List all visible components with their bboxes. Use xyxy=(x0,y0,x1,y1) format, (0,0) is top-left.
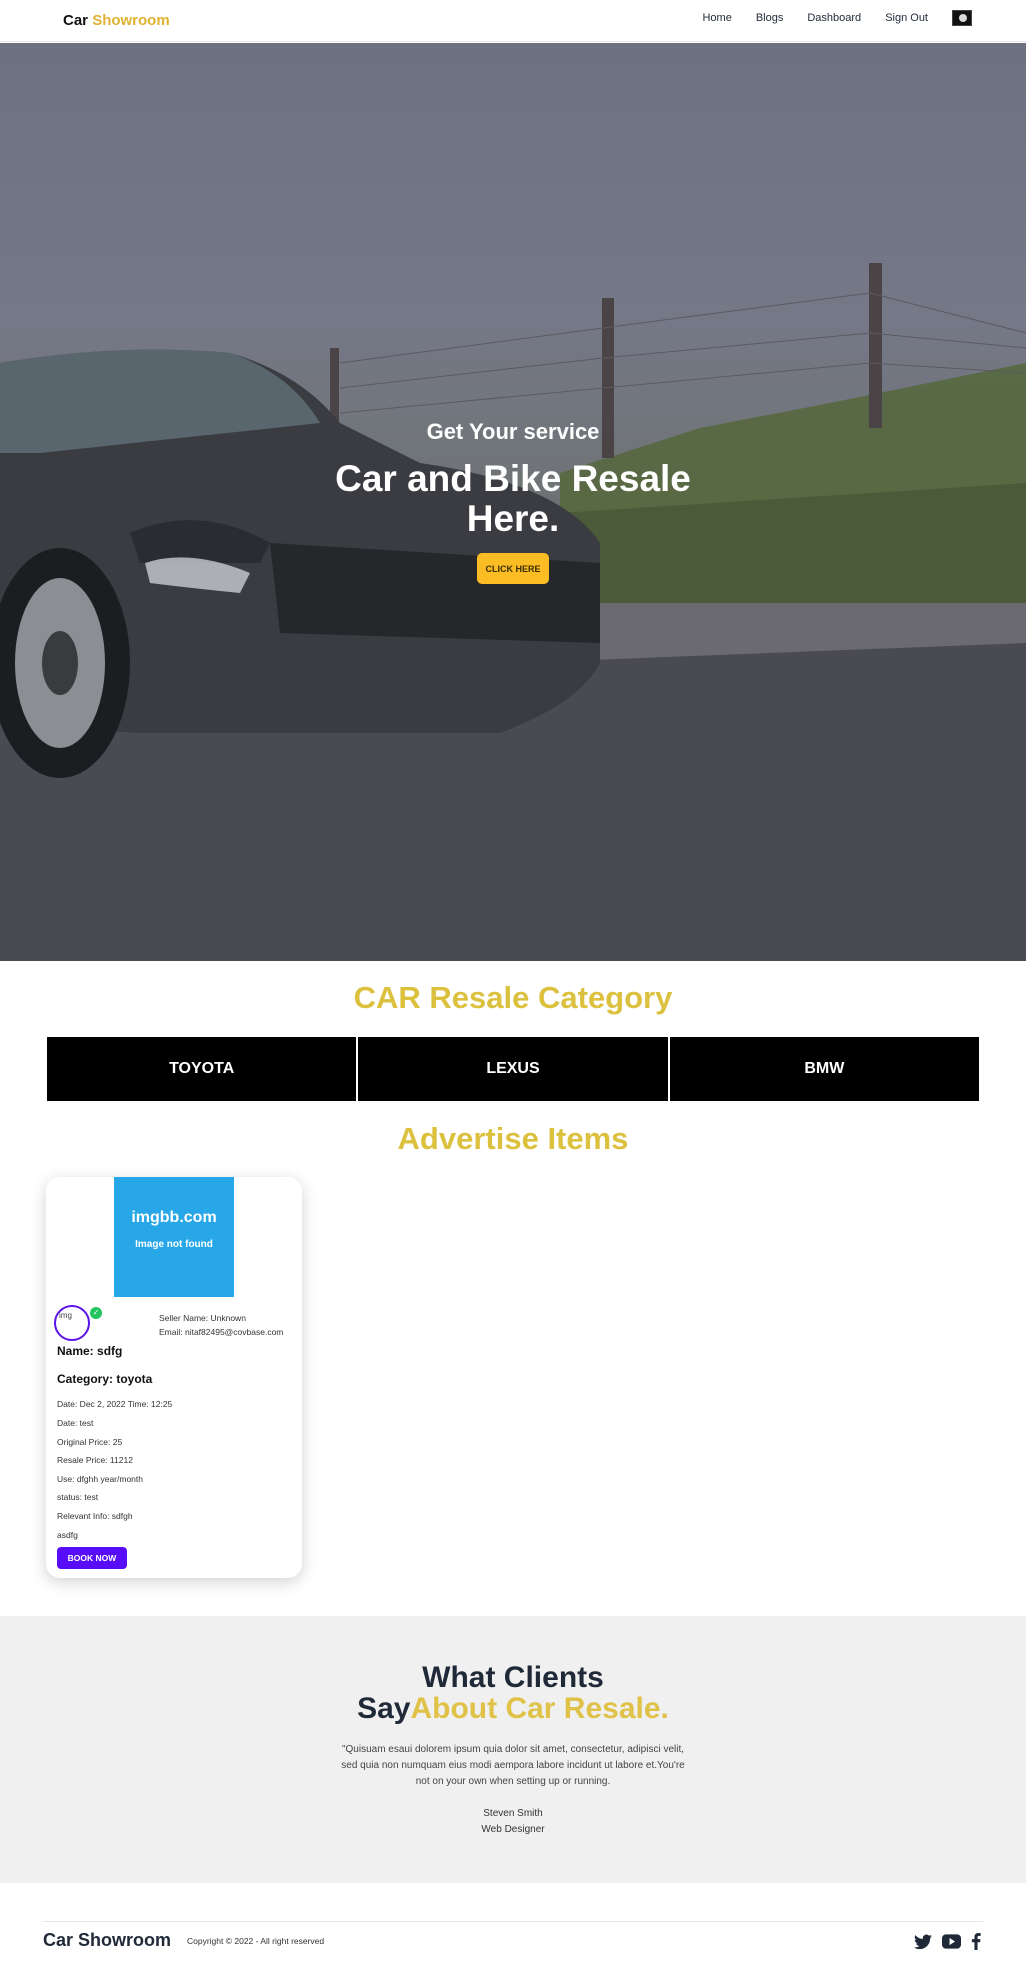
twitter-icon[interactable] xyxy=(914,1934,932,1950)
brand-logo[interactable]: Car Showroom xyxy=(63,12,170,29)
hero-cta-button[interactable]: CLICK HERE xyxy=(477,553,549,584)
category-toyota[interactable]: TOYOTA xyxy=(47,1037,357,1101)
testimonial-heading-say: Say xyxy=(357,1692,411,1725)
nav-dashboard-link[interactable]: Dashboard xyxy=(807,12,861,24)
advertise-section-title: Advertise Items xyxy=(397,1121,629,1156)
seller-avatar: img xyxy=(54,1305,90,1341)
seller-info: Seller Name: Unknown Email: nitaf82495@c… xyxy=(159,1311,283,1339)
nav-blogs-link[interactable]: Blogs xyxy=(756,12,784,24)
seller-email: Email: nitaf82495@covbase.com xyxy=(159,1327,284,1337)
image-not-found-text: Image not found xyxy=(135,1239,213,1250)
category-bmw[interactable]: BMW xyxy=(669,1037,979,1101)
post-date-time: Date: Dec 2, 2022 Time: 12:25 xyxy=(57,1399,173,1409)
post-date: Date: test xyxy=(57,1418,94,1428)
testimonial-heading-line2: SayAbout Car Resale. xyxy=(0,1692,1026,1726)
testimonial-author: Steven Smith Web Designer xyxy=(0,1806,1026,1838)
testimonial-heading-line1: What Clients xyxy=(422,1661,604,1694)
testimonial-section: What Clients SayAbout Car Resale. "Quisu… xyxy=(0,1616,1026,1883)
advertise-card: imgbb.com Image not found img ✓ Seller N… xyxy=(46,1177,302,1578)
brand-second: Showroom xyxy=(92,12,170,29)
verified-check-icon: ✓ xyxy=(90,1307,102,1319)
user-avatar[interactable] xyxy=(952,10,972,26)
original-price: Original Price: 25 xyxy=(57,1437,123,1447)
author-name: Steven Smith xyxy=(483,1808,543,1819)
navbar: Car Showroom Home Blogs Dashboard Sign O… xyxy=(0,0,1026,42)
author-role: Web Designer xyxy=(481,1824,545,1835)
brand-first: Car xyxy=(63,12,89,29)
nav-home-link[interactable]: Home xyxy=(702,12,731,24)
product-image-placeholder: imgbb.com Image not found xyxy=(114,1177,234,1297)
hero-banner: Get Your service Car and Bike Resale Her… xyxy=(0,43,1026,961)
product-name: Name: sdfg xyxy=(57,1344,123,1358)
resale-price: Resale Price: 11212 xyxy=(57,1455,133,1465)
years-of-use: Use: dfghh year/month xyxy=(57,1474,143,1484)
image-brand-text: imgbb.com xyxy=(131,1209,217,1226)
category-lexus[interactable]: LEXUS xyxy=(358,1037,668,1101)
product-status: status: test xyxy=(57,1492,99,1502)
nav-sign-out-link[interactable]: Sign Out xyxy=(885,12,928,24)
youtube-icon[interactable] xyxy=(942,1934,961,1949)
product-category: Category: toyota xyxy=(57,1372,153,1386)
footer-divider xyxy=(43,1921,983,1922)
copyright-text: Copyright © 2022 - All right reserved xyxy=(187,1936,325,1946)
category-list: TOYOTA LEXUS BMW xyxy=(47,1037,979,1101)
avatar-alt-text: img xyxy=(59,1311,72,1320)
hero-title: Car and Bike Resale Here. xyxy=(335,458,691,539)
book-now-button[interactable]: BOOK NOW xyxy=(57,1547,127,1569)
facebook-icon[interactable] xyxy=(971,1933,981,1950)
social-links xyxy=(904,1933,981,1950)
footer-brand: Car Showroom xyxy=(43,1930,172,1950)
testimonial-quote: "Quisuam esaui dolorem ipsum quia dolor … xyxy=(341,1744,685,1787)
relevant-info: Relevant Info: sdfgh xyxy=(57,1511,133,1521)
seller-name: Seller Name: Unknown xyxy=(159,1313,246,1323)
testimonial-heading-gold: About Car Resale. xyxy=(410,1692,669,1725)
extra-info: asdfg xyxy=(57,1530,78,1540)
nav-links: Home Blogs Dashboard Sign Out xyxy=(678,10,972,26)
category-section-title: CAR Resale Category xyxy=(353,980,673,1015)
hero-subtitle: Get Your service xyxy=(426,419,600,444)
